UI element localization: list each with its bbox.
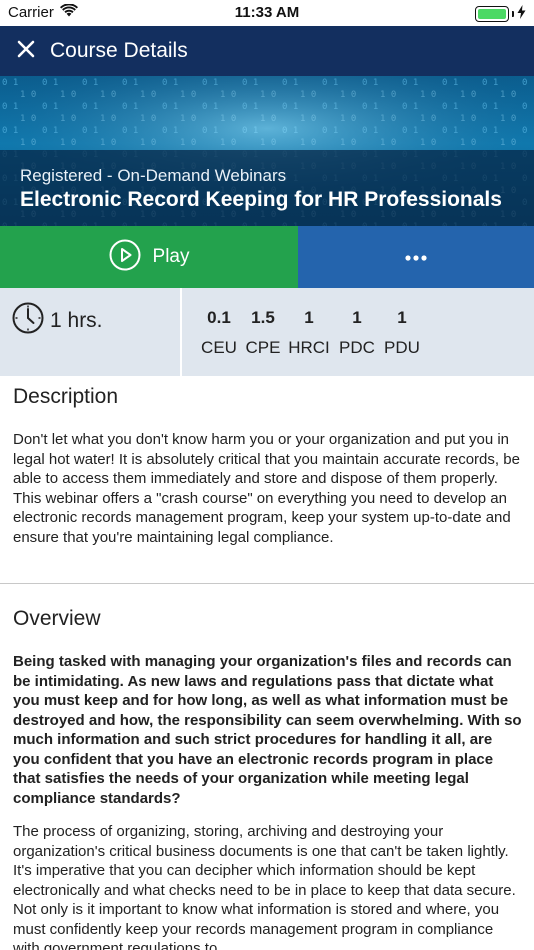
credit-pdu: 1 PDU	[382, 308, 422, 358]
status-right	[475, 5, 526, 23]
charging-bolt-icon	[517, 5, 526, 23]
duration: 1 hrs.	[12, 302, 103, 339]
hero-banner: 0 1 1 0 Registered - On-Demand Webinars …	[0, 76, 534, 226]
close-icon	[17, 40, 35, 63]
overview-heading: Overview	[13, 607, 101, 630]
section-divider	[0, 583, 534, 584]
status-time: 11:33 AM	[234, 4, 300, 21]
credit-label: PDC	[339, 338, 375, 357]
credits-divider	[180, 288, 182, 376]
credit-value: 1	[397, 308, 407, 327]
duration-text: 1 hrs.	[50, 308, 103, 332]
credit-hrci: 1 HRCI	[287, 308, 331, 358]
credit-ceu: 0.1 CEU	[200, 308, 238, 358]
description-text: Don't let what you don't know harm you o…	[13, 431, 520, 546]
credit-cpe: 1.5 CPE	[244, 308, 282, 358]
more-options-button[interactable]	[298, 226, 534, 288]
description-heading: Description	[13, 385, 119, 408]
credit-value: 1.5	[251, 308, 275, 327]
credit-pdc: 1 PDC	[337, 308, 377, 358]
play-button[interactable]: Play	[0, 226, 298, 288]
credit-value: 1	[352, 308, 362, 327]
credit-value: 0.1	[207, 308, 231, 327]
overview-body: The process of organizing, storing, arch…	[13, 823, 516, 950]
course-category: Registered - On-Demand Webinars	[20, 166, 287, 185]
battery-icon	[475, 6, 509, 22]
course-title: Electronic Record Keeping for HR Profess…	[20, 188, 502, 211]
play-label: Play	[152, 246, 190, 267]
credit-label: CPE	[245, 338, 281, 357]
clock-icon	[12, 302, 44, 339]
more-dots-icon	[405, 248, 427, 266]
play-circle-icon	[109, 239, 141, 276]
credit-label: PDU	[384, 338, 420, 357]
nav-header: Course Details	[0, 26, 534, 76]
page-title: Course Details	[50, 39, 188, 62]
status-bar: Carrier 11:33 AM	[0, 0, 534, 26]
credit-label: HRCI	[288, 338, 330, 357]
overview-intro: Being tasked with managing your organiza…	[13, 653, 522, 807]
credits-panel: 1 hrs. 0.1 CEU 1.5 CPE 1 HRCI 1 PDC 1 PD…	[0, 288, 534, 376]
credit-label: CEU	[201, 338, 237, 357]
close-button[interactable]	[12, 37, 40, 65]
battery-cap	[512, 11, 514, 17]
credit-value: 1	[304, 308, 314, 327]
